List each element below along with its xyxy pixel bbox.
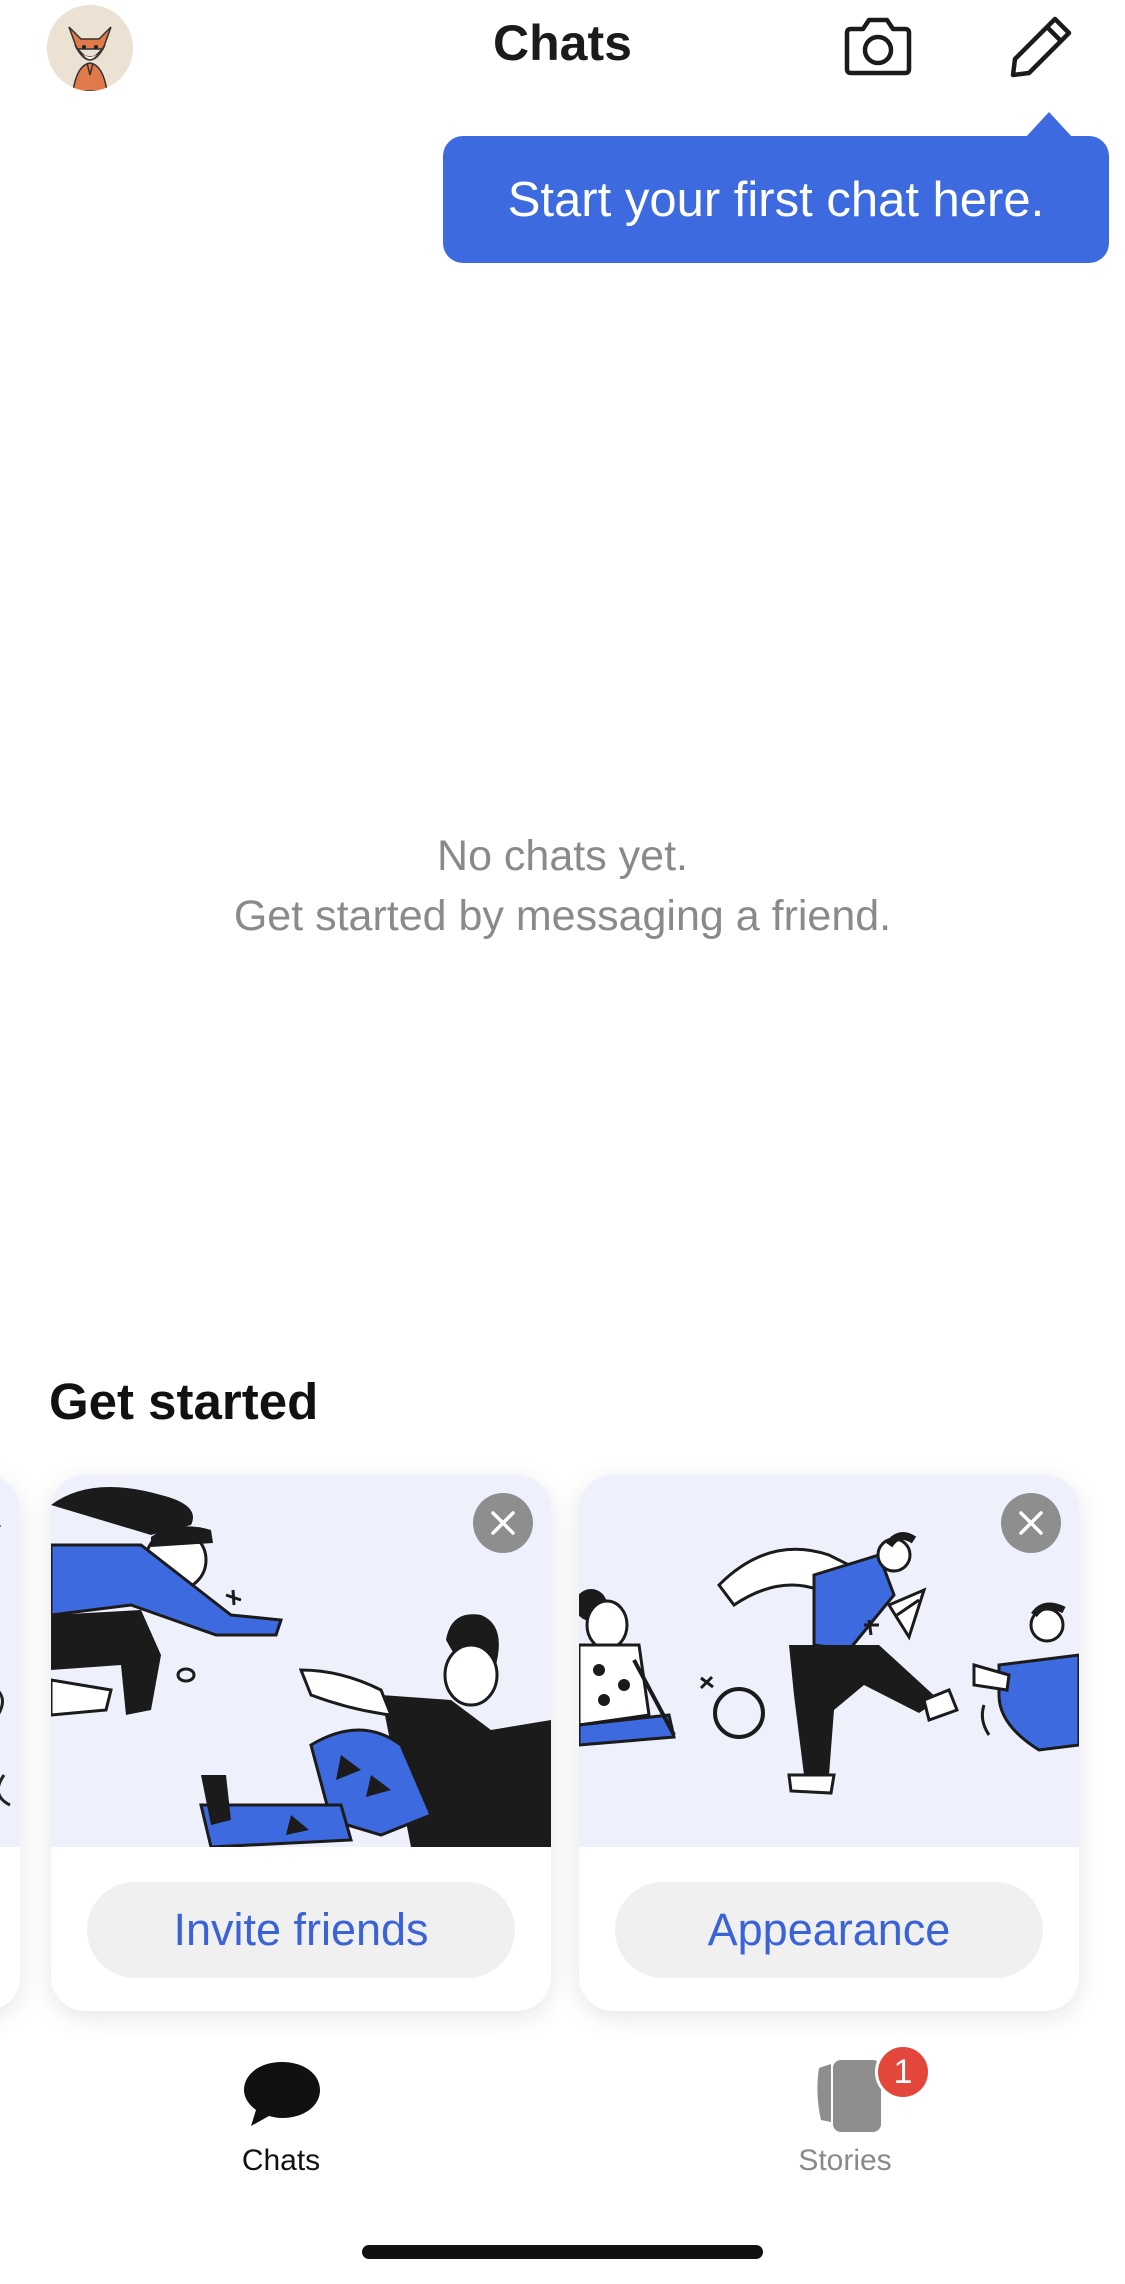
- get-started-card-previous[interactable]: [0, 1475, 20, 2011]
- page-title: Chats: [493, 15, 632, 71]
- camera-button[interactable]: [838, 6, 918, 86]
- first-chat-tooltip[interactable]: Start your first chat here.: [443, 136, 1109, 263]
- empty-state-title: No chats yet.: [437, 832, 688, 880]
- appearance-button[interactable]: Appearance: [615, 1882, 1043, 1978]
- tab-chats[interactable]: Chats: [131, 2034, 431, 2194]
- tab-stories-label: Stories: [798, 2144, 892, 2177]
- empty-state: No chats yet. Get started by messaging a…: [0, 826, 1125, 946]
- appearance-card[interactable]: Appearance: [579, 1475, 1079, 2011]
- close-icon: [491, 1511, 515, 1535]
- tab-chats-label: Chats: [241, 2144, 321, 2177]
- home-indicator[interactable]: [362, 2245, 763, 2259]
- close-icon: [1019, 1511, 1043, 1535]
- camera-icon: [844, 17, 912, 76]
- chat-bubble-icon: [244, 2062, 320, 2126]
- invite-friends-button[interactable]: Invite friends: [87, 1882, 515, 1978]
- chats-screen: Chats Start your first chat here. No cha…: [0, 0, 1125, 2284]
- tooltip-arrow: [1025, 112, 1073, 138]
- get-started-title: Get started: [49, 1373, 319, 1430]
- card-illustration: [0, 1475, 20, 1847]
- tab-stories[interactable]: 1 Stories: [695, 2034, 995, 2194]
- compose-button[interactable]: [1002, 6, 1082, 86]
- card-close-button[interactable]: [1001, 1493, 1061, 1553]
- invite-friends-card[interactable]: Invite friends: [51, 1475, 551, 2011]
- pencil-icon: [1010, 16, 1072, 78]
- stories-badge: 1: [875, 2044, 931, 2100]
- empty-state-subtitle: Get started by messaging a friend.: [233, 892, 892, 940]
- card-close-button[interactable]: [473, 1493, 533, 1553]
